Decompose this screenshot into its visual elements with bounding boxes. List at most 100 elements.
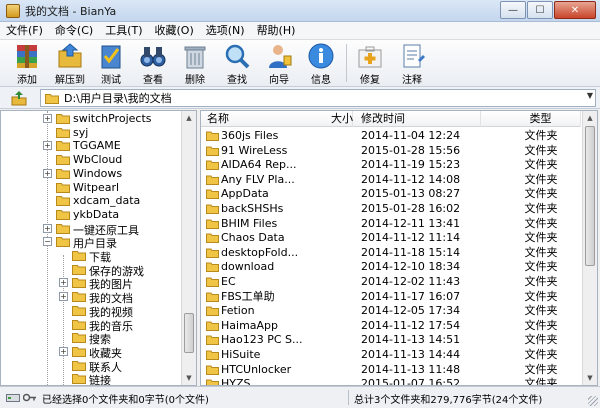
tree-item[interactable]: 我的音乐: [1, 318, 183, 333]
test-button[interactable]: 测试: [91, 41, 131, 86]
tree-item[interactable]: + switchProjects: [1, 112, 183, 126]
file-modified: 2014-11-13 14:51: [361, 333, 461, 347]
column-type[interactable]: 类型: [481, 111, 581, 127]
file-name: HTCUnlocker: [221, 362, 292, 376]
chevron-down-icon[interactable]: ▼: [587, 91, 593, 100]
repair-button[interactable]: 修复: [350, 41, 390, 86]
file-row[interactable]: HYZS 2015-01-07 16:52 文件夹: [201, 377, 581, 385]
file-row[interactable]: backSHSHs 2015-01-28 16:02 文件夹: [201, 202, 581, 217]
file-row[interactable]: AppData 2015-01-13 08:27 文件夹: [201, 187, 581, 202]
file-row[interactable]: desktopFold... 2014-11-18 15:14 文件夹: [201, 246, 581, 261]
file-row[interactable]: HiSuite 2014-11-13 14:44 文件夹: [201, 348, 581, 363]
file-row[interactable]: download 2014-12-10 18:34 文件夹: [201, 260, 581, 275]
view-label: 查看: [143, 75, 163, 86]
expand-icon[interactable]: +: [43, 223, 52, 233]
scroll-down-icon[interactable]: ▼: [583, 371, 597, 385]
wizard-person-icon: [265, 42, 293, 70]
tree-item[interactable]: + 我的图片: [1, 276, 183, 291]
total-status: 总计3个文件夹和279,776字节(24个文件): [354, 395, 543, 406]
close-button[interactable]: ✕: [554, 1, 596, 19]
tree-item[interactable]: + Windows: [1, 167, 183, 181]
delete-label: 删除: [185, 75, 205, 86]
expand-icon[interactable]: +: [43, 141, 52, 151]
info-button[interactable]: 信息: [301, 41, 341, 86]
scroll-up-icon[interactable]: ▲: [182, 111, 196, 125]
expand-icon[interactable]: +: [59, 346, 68, 356]
column-size[interactable]: 大小: [321, 111, 355, 127]
file-row[interactable]: 360js Files 2014-11-04 12:24 文件夹: [201, 129, 581, 144]
file-row[interactable]: BHIM Files 2014-12-11 13:41 文件夹: [201, 217, 581, 232]
tree-item-label: 链接: [89, 374, 111, 386]
comment-note-icon: [398, 42, 426, 70]
folder-icon: [72, 291, 86, 303]
file-row[interactable]: 91 WireLess 2015-01-28 15:56 文件夹: [201, 144, 581, 159]
minimize-button[interactable]: —: [500, 1, 526, 19]
view-button[interactable]: 查看: [133, 41, 173, 86]
menu-command[interactable]: 命令(C): [49, 22, 99, 40]
menu-file[interactable]: 文件(F): [0, 22, 49, 40]
add-button[interactable]: 添加: [7, 41, 47, 86]
repair-kit-icon: [356, 42, 384, 70]
file-name: HaimaApp: [221, 318, 279, 332]
file-row[interactable]: FBS工单助 2014-11-17 16:07 文件夹: [201, 290, 581, 305]
expand-icon[interactable]: +: [59, 278, 68, 288]
tree-item[interactable]: xdcam_data: [1, 194, 183, 208]
tree-item[interactable]: + TGGAME: [1, 139, 183, 153]
tree-item[interactable]: 搜索: [1, 331, 183, 346]
folder-icon: [206, 131, 219, 141]
file-modified: 2015-01-13 08:27: [361, 187, 461, 201]
tree-item[interactable]: ykbData: [1, 208, 183, 222]
delete-button[interactable]: 删除: [175, 41, 215, 86]
menu-help[interactable]: 帮助(H): [251, 22, 302, 40]
column-modified[interactable]: 修改时间: [357, 111, 481, 127]
resize-grip[interactable]: [588, 396, 598, 406]
file-row[interactable]: Fetion 2014-12-05 17:34 文件夹: [201, 304, 581, 319]
folder-icon: [72, 277, 86, 289]
menu-tools[interactable]: 工具(T): [99, 22, 148, 40]
file-type: 文件夹: [524, 260, 558, 274]
tree-item[interactable]: Witpearl: [1, 181, 183, 195]
find-button[interactable]: 查找: [217, 41, 257, 86]
tree-item[interactable]: 保存的游戏: [1, 263, 183, 278]
expand-icon[interactable]: +: [59, 292, 68, 302]
address-field[interactable]: D:\用户目录\我的文档 ▼: [40, 89, 596, 107]
menu-favorites[interactable]: 收藏(O): [149, 22, 200, 40]
expand-icon[interactable]: +: [43, 114, 52, 123]
extract-to-button[interactable]: 解压到: [50, 41, 90, 86]
key-icon: [23, 393, 36, 402]
tree-item[interactable]: WbCloud: [1, 153, 183, 167]
tree-item[interactable]: − 用户目录: [1, 235, 183, 250]
tree-item[interactable]: + 收藏夹: [1, 345, 183, 360]
file-scroll-thumb[interactable]: [585, 126, 595, 266]
file-row[interactable]: Chaos Data 2014-11-12 11:14 文件夹: [201, 231, 581, 246]
tree-item[interactable]: 链接: [1, 372, 183, 386]
menu-options[interactable]: 选项(N): [200, 22, 251, 40]
expand-icon[interactable]: +: [43, 168, 52, 178]
tree-item[interactable]: 联系人: [1, 359, 183, 374]
toolbar-separator: [346, 44, 347, 82]
file-row[interactable]: AIDA64 Rep... 2014-11-19 15:23 文件夹: [201, 158, 581, 173]
tree-item[interactable]: syj: [1, 126, 183, 140]
collapse-icon[interactable]: −: [43, 237, 52, 247]
file-row[interactable]: HaimaApp 2014-11-12 17:54 文件夹: [201, 319, 581, 334]
title-bar: 我的文档 - BianYa — ☐ ✕: [0, 0, 600, 22]
scroll-up-icon[interactable]: ▲: [583, 111, 597, 125]
tree-item[interactable]: 下载: [1, 249, 183, 264]
file-row[interactable]: EC 2014-12-02 11:43 文件夹: [201, 275, 581, 290]
tree-item[interactable]: + 我的文档: [1, 290, 183, 305]
tree-item[interactable]: + 一键还原工具: [1, 222, 183, 237]
comment-button[interactable]: 注释: [392, 41, 432, 86]
file-row[interactable]: Hao123 PC S... 2014-11-13 14:51 文件夹: [201, 333, 581, 348]
maximize-button[interactable]: ☐: [527, 1, 553, 19]
magnifier-icon: [223, 42, 251, 70]
folder-icon: [72, 360, 86, 371]
up-folder-button[interactable]: [10, 90, 28, 106]
scroll-down-icon[interactable]: ▼: [182, 371, 196, 385]
file-row[interactable]: HTCUnlocker 2014-11-13 11:48 文件夹: [201, 363, 581, 378]
tree-scrollbar[interactable]: ▲ ▼: [181, 111, 196, 385]
file-row[interactable]: Any FLV Pla... 2014-11-12 14:08 文件夹: [201, 173, 581, 188]
tree-scroll-thumb[interactable]: [184, 313, 194, 353]
tree-item[interactable]: 我的视频: [1, 304, 183, 319]
file-list-scrollbar[interactable]: ▲ ▼: [582, 111, 597, 385]
wizard-button[interactable]: 向导: [259, 41, 299, 86]
